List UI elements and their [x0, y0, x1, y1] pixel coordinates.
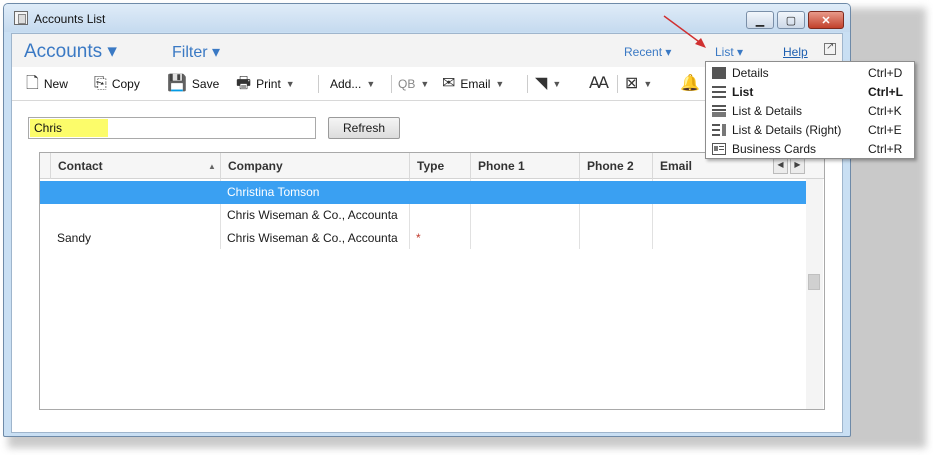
list-view-icon	[712, 86, 726, 98]
cell-company: Christina Tomson	[227, 185, 320, 199]
cell-contact	[50, 181, 220, 204]
chevron-down-icon: ▼	[643, 79, 653, 89]
list-details-view-icon	[712, 105, 726, 117]
chevron-down-icon: ▼	[420, 79, 430, 89]
cell-type: *	[416, 231, 421, 245]
menu-item-business-cards[interactable]: Business Cards Ctrl+R	[708, 140, 912, 159]
bell-icon: 🔔	[680, 75, 700, 92]
cell-type	[409, 204, 470, 227]
accounts-grid: Contact ▲ Company Type Phone 1 Phone 2 E…	[39, 152, 825, 410]
cell-contact	[50, 204, 220, 227]
menu-item-details[interactable]: Details Ctrl+D	[708, 64, 912, 83]
separator	[391, 75, 392, 93]
spellcheck-icon: Ꜳ	[589, 75, 609, 92]
menu-item-list-details-right[interactable]: List & Details (Right) Ctrl+E	[708, 121, 912, 140]
column-header-contact[interactable]: Contact	[50, 153, 220, 179]
new-document-icon: 🗋	[26, 75, 39, 92]
business-card-icon	[712, 143, 726, 155]
cell-type	[409, 181, 470, 204]
refresh-button[interactable]: Refresh	[328, 117, 400, 139]
view-list-menu[interactable]: List ▾	[715, 45, 743, 59]
close-button[interactable]: ✕	[808, 11, 844, 29]
search-value: Chris	[34, 121, 63, 135]
app-icon	[14, 11, 28, 25]
list-details-right-view-icon	[712, 124, 726, 136]
rss-icon: ◥	[535, 75, 548, 92]
copy-icon: ⎘	[94, 75, 107, 92]
view-dropdown-menu: Details Ctrl+D List Ctrl+L List & Detail…	[705, 61, 915, 159]
cell-contact: Sandy	[57, 231, 92, 245]
search-input[interactable]: Chris	[28, 117, 316, 139]
chevron-down-icon: ▼	[285, 79, 295, 89]
minimize-button[interactable]: ▁	[746, 11, 774, 29]
filter-menu[interactable]: Filter ▾	[172, 42, 220, 62]
print-button[interactable]: 🖶 Print ▼	[236, 73, 295, 95]
accounts-menu[interactable]: Accounts ▾	[24, 40, 117, 63]
menu-item-list-details[interactable]: List & Details Ctrl+K	[708, 102, 912, 121]
chevron-down-icon: ▼	[552, 79, 562, 89]
envelope-icon: ✉	[442, 75, 456, 92]
table-row[interactable]: Chris Wiseman & Co., Accounta	[40, 204, 806, 227]
print-icon: 🖶	[236, 75, 252, 92]
scrollbar-thumb[interactable]	[808, 274, 820, 290]
excel-button[interactable]: ⊠ ▼	[625, 73, 652, 95]
column-header-phone1[interactable]: Phone 1	[470, 153, 579, 179]
column-header-phone2[interactable]: Phone 2	[579, 153, 652, 179]
qb-button[interactable]: QB ▼	[398, 73, 429, 95]
add-button[interactable]: Add... ▼	[330, 73, 375, 95]
vertical-scrollbar[interactable]	[806, 179, 823, 409]
details-view-icon	[712, 67, 726, 79]
popout-icon[interactable]	[824, 41, 836, 55]
table-row[interactable]: Sandy Chris Wiseman & Co., Accounta *	[40, 227, 806, 250]
separator	[527, 75, 528, 93]
save-button[interactable]: 💾 Save	[167, 73, 219, 95]
separator	[318, 75, 319, 93]
new-button[interactable]: 🗋 New	[26, 73, 68, 95]
rss-button[interactable]: ◥ ▼	[535, 73, 561, 95]
cell-company: Chris Wiseman & Co., Accounta	[227, 208, 398, 222]
column-header-type[interactable]: Type	[409, 153, 470, 179]
excel-icon: ⊠	[625, 75, 639, 92]
email-button[interactable]: ✉ Email ▼	[442, 73, 504, 95]
alert-button[interactable]: 🔔	[680, 73, 700, 95]
save-icon: 💾	[167, 75, 187, 92]
annotation-arrow-icon	[663, 15, 706, 48]
maximize-button[interactable]: ▢	[777, 11, 805, 29]
help-link[interactable]: Help	[783, 45, 808, 59]
table-row[interactable]: Christina Tomson	[40, 181, 806, 204]
menu-item-list[interactable]: List Ctrl+L	[708, 83, 912, 102]
chevron-down-icon: ▼	[495, 79, 505, 89]
cell-company: Chris Wiseman & Co., Accounta	[227, 231, 398, 245]
separator	[617, 75, 618, 93]
title-bar[interactable]: Accounts List ▁ ▢ ✕	[4, 4, 850, 32]
spellcheck-button[interactable]: Ꜳ	[589, 73, 609, 95]
chevron-down-icon: ▼	[366, 79, 376, 89]
copy-button[interactable]: ⎘ Copy	[94, 73, 140, 95]
sort-ascending-icon: ▲	[208, 162, 216, 171]
column-header-company[interactable]: Company	[220, 153, 409, 179]
window-title: Accounts List	[34, 12, 106, 26]
